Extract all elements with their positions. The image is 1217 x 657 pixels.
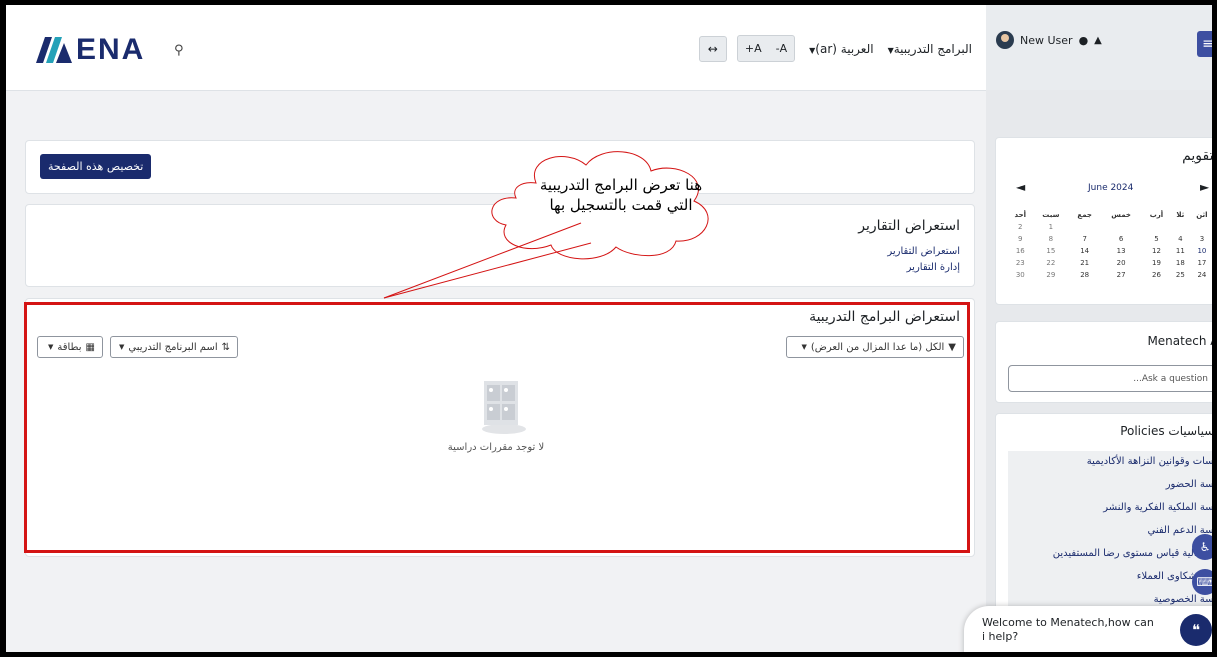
calendar-day[interactable]: 14	[1069, 245, 1100, 257]
calendar-day[interactable]: 11	[1171, 245, 1190, 257]
policy-link[interactable]: سياسة الحضور	[1166, 479, 1212, 490]
language-dropdown[interactable]: العربية (ar)▼	[805, 42, 873, 56]
calendar-day[interactable]: 28	[1069, 269, 1100, 281]
navbar-controls: البرامج التدريبية▼ العربية (ar)▼ A- A+ ↔	[698, 35, 972, 62]
weekday-header: أحد	[1014, 211, 1027, 219]
reports-title: استعراض التقارير	[858, 218, 960, 234]
accessibility-icon[interactable]: ♿	[1192, 534, 1212, 560]
calendar-day[interactable]: 12	[1142, 245, 1171, 257]
calendar-day[interactable]: 26	[1142, 269, 1171, 281]
calendar-day-today[interactable]: 10	[1190, 245, 1212, 257]
ai-title: Menatech AI	[1147, 334, 1217, 348]
customize-page-button[interactable]: تخصيص هذه الصفحة	[40, 154, 152, 179]
callout-cloud-shape	[383, 151, 709, 299]
weekday-header: أرب	[1149, 211, 1164, 219]
calendar-day[interactable]: 6	[1100, 233, 1142, 245]
search-icon[interactable]: ⚲	[174, 43, 184, 58]
calendar-day[interactable]: 21	[1069, 257, 1100, 269]
chat-welcome-text: Welcome to Menatech,how can i help?	[982, 616, 1154, 643]
calendar-day[interactable]: 27	[1100, 269, 1142, 281]
calendar-day[interactable]: 13	[1100, 245, 1142, 257]
weekday-header: سبت	[1042, 211, 1060, 219]
prev-month-icon[interactable]: ◄	[1016, 180, 1025, 194]
calendar-day[interactable]: 30	[1008, 269, 1033, 281]
chat-bubble-icon[interactable]: ●	[1079, 34, 1089, 47]
weekday-header: اثن	[1196, 211, 1208, 219]
app-window: ENA ⚲ البرامج التدريبية▼ العربية (ar)▼ A…	[0, 0, 1217, 657]
chat-widget: Welcome to Menatech,how can i help? ❝	[964, 606, 1212, 652]
logo-mark-icon	[36, 37, 72, 63]
calendar-day[interactable]: 20	[1100, 257, 1142, 269]
calendar-day[interactable]: 5	[1142, 233, 1171, 245]
calendar-day[interactable]: 25	[1171, 269, 1190, 281]
policies-title: السياسيات Policies	[1120, 424, 1217, 438]
font-size-controls: A- A+	[736, 35, 796, 62]
expand-width-icon[interactable]: ↔	[698, 35, 727, 62]
ai-block: Menatech AI Ask a question...	[995, 321, 1217, 403]
top-navbar: ENA ⚲ البرامج التدريبية▼ العربية (ar)▼ A…	[6, 5, 986, 91]
calendar-day[interactable]: 3	[1190, 233, 1212, 245]
calendar-day[interactable]	[1100, 221, 1142, 233]
calendar-day[interactable]: 8	[1033, 233, 1070, 245]
calendar-day[interactable]: 18	[1171, 257, 1190, 269]
calendar-day[interactable]: 4	[1171, 233, 1190, 245]
calendar-day[interactable]: 16	[1008, 245, 1033, 257]
weekday-header: جمع	[1077, 211, 1092, 219]
calendar-day[interactable]: 2	[1008, 221, 1033, 233]
calendar-title: التقويم	[1182, 148, 1214, 164]
nav-programs-dropdown[interactable]: البرامج التدريبية▼	[884, 42, 972, 56]
menu-toggle-button[interactable]: ≡	[1197, 31, 1212, 57]
ai-question-input[interactable]: Ask a question...	[1008, 365, 1212, 392]
bell-icon[interactable]: ▲	[1094, 35, 1102, 46]
weekday-header: ثلا	[1176, 211, 1185, 219]
user-name: New User	[1020, 33, 1073, 47]
nav-programs-label: البرامج التدريبية	[893, 41, 972, 56]
calendar-day[interactable]: 23	[1008, 257, 1033, 269]
avatar	[996, 31, 1014, 49]
next-month-icon[interactable]: ►	[1200, 180, 1209, 194]
calendar-day[interactable]: 22	[1033, 257, 1070, 269]
right-drawer: New User ● ▲ ≡ التقويم ◄ June 2024 ► اثن…	[986, 5, 1217, 652]
font-decrease-button[interactable]: A-	[769, 36, 795, 61]
calendar-month: June 2024	[1088, 183, 1134, 193]
reports-link-manage[interactable]: إدارة التقارير	[907, 262, 960, 273]
calendar-day[interactable]: 17	[1190, 257, 1212, 269]
keyboard-icon[interactable]: ⌨	[1192, 569, 1212, 595]
language-label: العربية (ar)	[815, 41, 874, 56]
calendar-day[interactable]: 9	[1008, 233, 1033, 245]
calendar-block: التقويم ◄ June 2024 ► اثن ثلا أرب خمس جم…	[995, 137, 1214, 305]
calendar-day[interactable]: 19	[1142, 257, 1171, 269]
policy-link[interactable]: سياسة الخصوصية	[1154, 594, 1212, 605]
highlight-box	[24, 302, 970, 553]
policy-link[interactable]: سياسة الملكية الفكرية والنشر	[1103, 502, 1212, 513]
calendar-day[interactable]: 7	[1069, 233, 1100, 245]
calendar-grid: اثن ثلا أرب خمس جمع سبت أحد 12 3456789 1…	[1008, 209, 1212, 281]
site-logo[interactable]: ENA	[36, 33, 145, 67]
weekday-header: خمس	[1111, 211, 1131, 219]
font-increase-button[interactable]: A+	[738, 36, 769, 61]
drawer-header: New User ● ▲ ≡	[986, 5, 1212, 90]
policy-link[interactable]: سياسات وقوانين النزاهة الأكاديمية	[1087, 456, 1212, 467]
calendar-day[interactable]	[1142, 221, 1171, 233]
calendar-day[interactable]: 24	[1190, 269, 1212, 281]
calendar-day[interactable]: 15	[1033, 245, 1070, 257]
user-menu[interactable]: New User ● ▲	[996, 31, 1102, 49]
callout-text: هنا تعرض البرامج التدريبية التي قمت بالت…	[539, 176, 703, 214]
calendar-day[interactable]: 29	[1033, 269, 1070, 281]
calendar-day[interactable]	[1190, 221, 1212, 233]
calendar-day[interactable]	[1171, 221, 1190, 233]
reports-link-view[interactable]: استعراض التقارير	[887, 246, 960, 257]
calendar-day[interactable]: 1	[1033, 221, 1070, 233]
logo-text: ENA	[76, 33, 146, 66]
chat-open-icon[interactable]: ❝	[1180, 614, 1212, 646]
calendar-day[interactable]	[1069, 221, 1100, 233]
